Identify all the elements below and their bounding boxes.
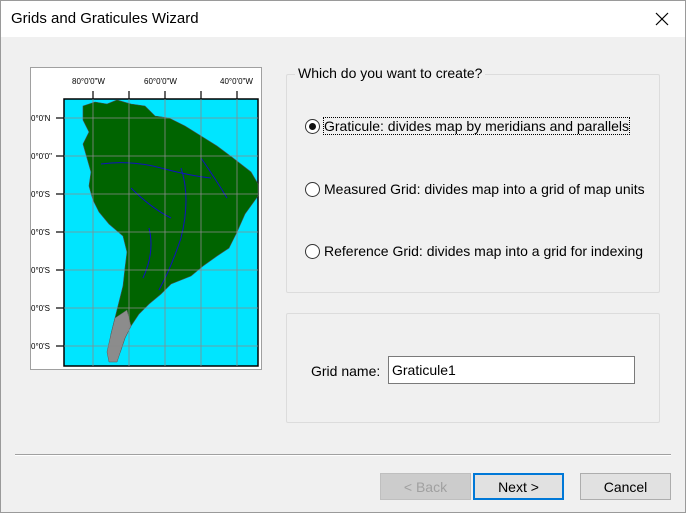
grid-name-input[interactable] <box>388 356 635 384</box>
radio-checked-icon[interactable] <box>305 118 320 134</box>
lon-label: 40°0'0"W <box>220 77 253 86</box>
cancel-button[interactable]: Cancel <box>580 473 671 500</box>
lat-label: 0°0'S <box>31 228 50 237</box>
preview-map: 80°0'0"W 60°0'0"W 40°0'0"W 0°0'N 0°0'0" … <box>31 77 259 367</box>
grid-name-group: Grid name: <box>286 313 660 423</box>
graticule-preview-image: 80°0'0"W 60°0'0"W 40°0'0"W 0°0'N 0°0'0" … <box>30 67 262 370</box>
back-button[interactable]: < Back <box>380 473 471 500</box>
lat-label: 0°0'S <box>31 266 50 275</box>
lon-label: 80°0'0"W <box>72 77 105 86</box>
radio-unchecked-icon[interactable] <box>305 181 320 197</box>
lat-label: 0°0'S <box>31 304 50 313</box>
button-separator <box>15 454 671 456</box>
radio-measured-grid[interactable]: Measured Grid: divides map into a grid o… <box>305 181 645 197</box>
grid-name-label: Grid name: <box>311 363 381 379</box>
radio-reference-grid[interactable]: Reference Grid: divides map into a grid … <box>305 243 643 259</box>
radio-graticule-label[interactable]: Graticule: divides map by meridians and … <box>322 117 631 135</box>
radio-unchecked-icon[interactable] <box>305 243 320 259</box>
lat-label: 0°0'S <box>31 190 50 199</box>
lon-label: 60°0'0"W <box>144 77 177 86</box>
radio-reference-grid-label[interactable]: Reference Grid: divides map into a grid … <box>324 243 643 259</box>
close-button[interactable] <box>639 1 685 37</box>
lat-label: 0°0'S <box>31 342 50 351</box>
lat-label: 0°0'0" <box>31 152 52 161</box>
window-title: Grids and Graticules Wizard <box>11 10 199 27</box>
next-button[interactable]: Next > <box>473 473 564 500</box>
radio-measured-grid-label[interactable]: Measured Grid: divides map into a grid o… <box>324 181 645 197</box>
radio-graticule[interactable]: Graticule: divides map by meridians and … <box>305 117 631 135</box>
group-legend: Which do you want to create? <box>295 65 486 81</box>
close-icon <box>655 12 669 26</box>
create-type-group: Which do you want to create? Graticule: … <box>286 65 660 293</box>
lat-label: 0°0'N <box>31 114 51 123</box>
title-bar: Grids and Graticules Wizard <box>1 1 685 37</box>
wizard-dialog: Grids and Graticules Wizard 80°0'0"W 60°… <box>0 0 686 513</box>
